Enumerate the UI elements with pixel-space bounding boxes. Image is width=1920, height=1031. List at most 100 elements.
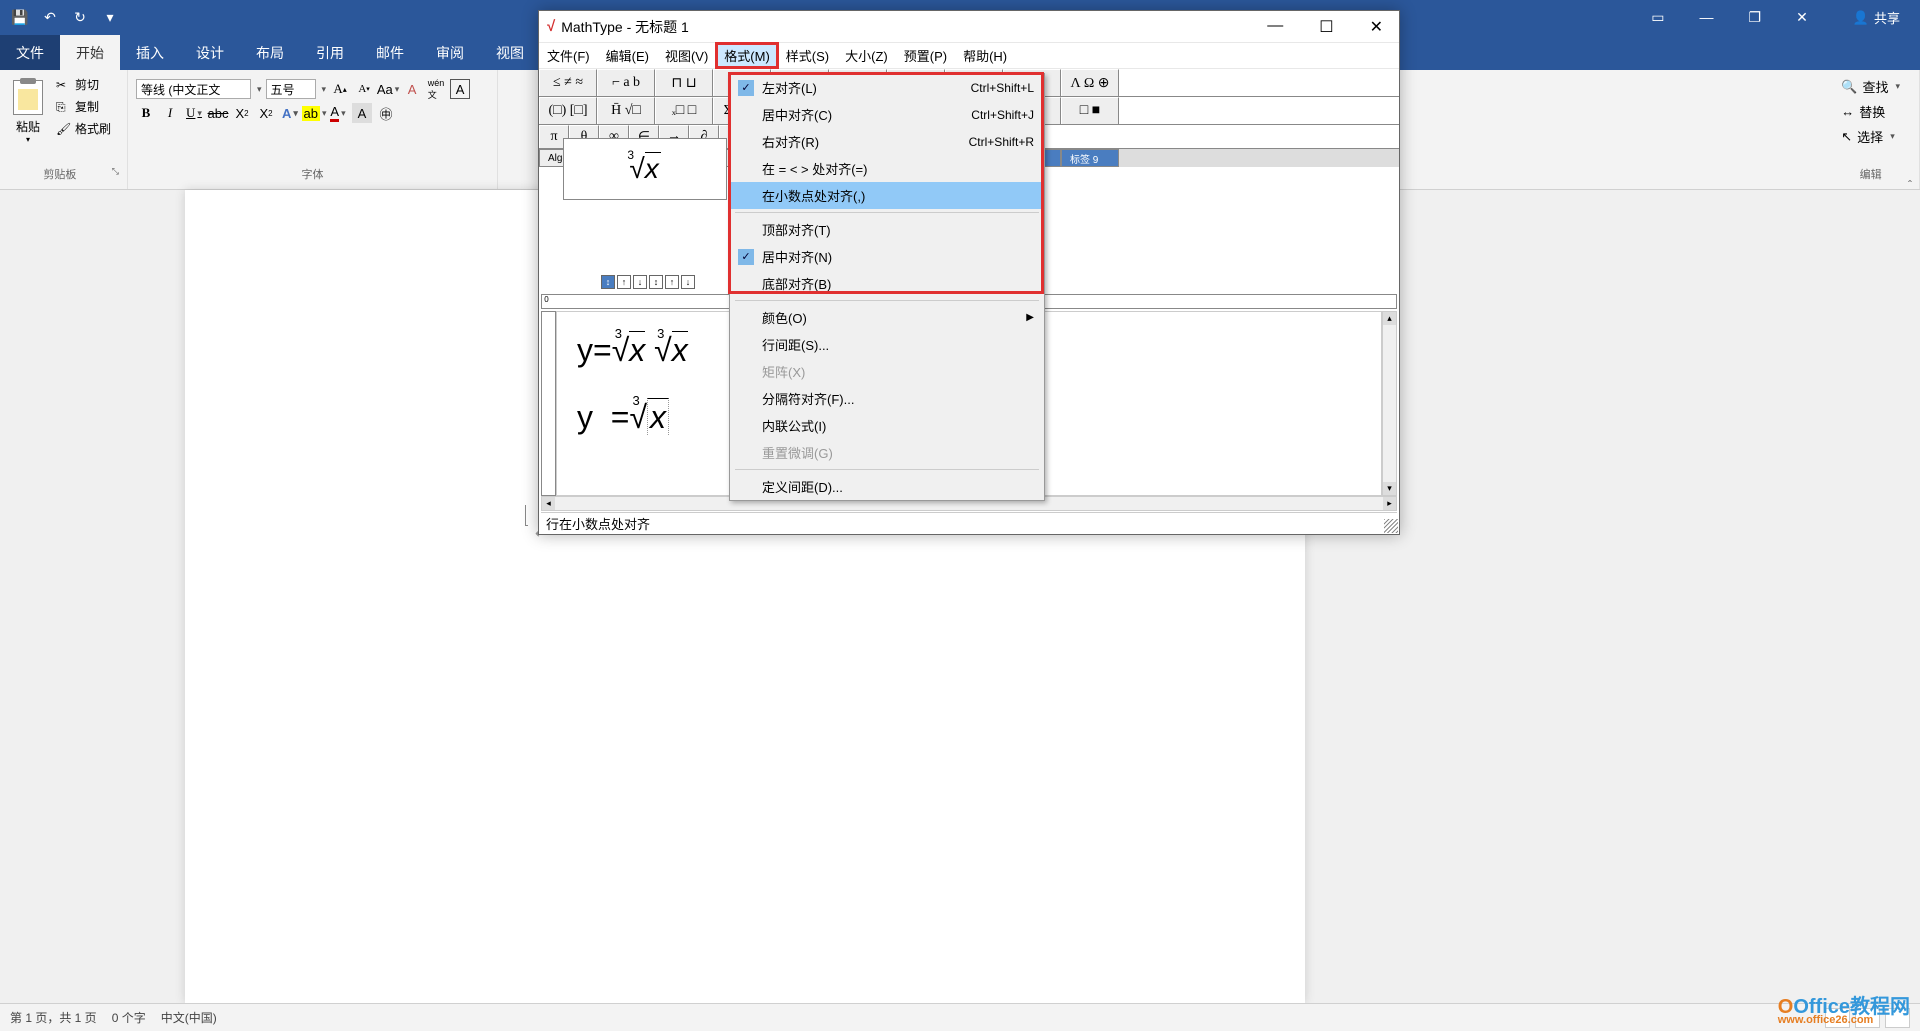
grow-font-button[interactable]: A▴ bbox=[330, 79, 350, 99]
subscript-button[interactable]: X2 bbox=[232, 103, 252, 123]
mt-close-icon[interactable]: ✕ bbox=[1362, 17, 1391, 37]
superscript-button[interactable]: X2 bbox=[256, 103, 276, 123]
menu-item[interactable]: 底部对齐(B) bbox=[730, 270, 1044, 297]
minimize-icon[interactable]: — bbox=[1690, 4, 1724, 31]
undo-icon[interactable]: ↶ bbox=[35, 3, 65, 33]
watermark: OOffice教程网 www.office26.com bbox=[1778, 990, 1910, 1026]
palette-button[interactable]: ≤ ≠ ≈ bbox=[539, 69, 597, 96]
save-icon[interactable]: 💾 bbox=[5, 3, 35, 33]
palette-tab[interactable]: 标签 9 bbox=[1061, 149, 1119, 167]
clear-format-button[interactable]: A bbox=[402, 79, 422, 99]
close-icon[interactable]: ✕ bbox=[1786, 4, 1818, 31]
mt-menu-format[interactable]: 格式(M) bbox=[716, 43, 778, 68]
tab-file[interactable]: 文件 bbox=[0, 35, 60, 70]
font-color-button[interactable]: A▾ bbox=[328, 103, 348, 123]
underline-button[interactable]: U▾ bbox=[184, 103, 204, 123]
scroll-down-icon[interactable]: ▾ bbox=[1383, 482, 1396, 495]
mt-menu-edit[interactable]: 编辑(E) bbox=[598, 43, 657, 68]
mt-maximize-icon[interactable]: ☐ bbox=[1311, 17, 1341, 37]
align-btn-5[interactable]: ↑ bbox=[665, 275, 679, 289]
menu-item[interactable]: ✓居中对齐(N) bbox=[730, 243, 1044, 270]
highlight-button[interactable]: ab▾ bbox=[304, 103, 324, 123]
menu-item[interactable]: 颜色(O)▶ bbox=[730, 304, 1044, 331]
menu-item[interactable]: 行间距(S)... bbox=[730, 331, 1044, 358]
mt-menu-file[interactable]: 文件(F) bbox=[539, 43, 598, 68]
tab-layout[interactable]: 布局 bbox=[240, 35, 300, 70]
phonetic-button[interactable]: wén文 bbox=[426, 79, 446, 99]
palette-button[interactable]: ₓ□ □ bbox=[655, 97, 713, 124]
menu-item[interactable]: 内联公式(I) bbox=[730, 412, 1044, 439]
scroll-up-icon[interactable]: ▴ bbox=[1383, 312, 1396, 325]
italic-button[interactable]: I bbox=[160, 103, 180, 123]
align-btn-6[interactable]: ↓ bbox=[681, 275, 695, 289]
mt-scrollbar-vertical[interactable]: ▴ ▾ bbox=[1382, 311, 1397, 496]
menu-item[interactable]: 在 = < > 处对齐(=) bbox=[730, 155, 1044, 182]
scissors-icon: ✂ bbox=[56, 78, 70, 92]
page-indicator[interactable]: 第 1 页，共 1 页 bbox=[10, 1009, 97, 1026]
font-name-select[interactable] bbox=[136, 79, 251, 99]
align-btn-2[interactable]: ↑ bbox=[617, 275, 631, 289]
palette-button[interactable]: ⌐ a b bbox=[597, 69, 655, 96]
ribbon-options-icon[interactable]: ▭ bbox=[1641, 4, 1674, 31]
menu-item[interactable]: ✓左对齐(L)Ctrl+Shift+L bbox=[730, 74, 1044, 101]
word-statusbar: 第 1 页，共 1 页 0 个字 中文(中国) bbox=[0, 1003, 1920, 1031]
font-size-select[interactable] bbox=[266, 79, 316, 99]
palette-button[interactable]: ⊓ ⊔ bbox=[655, 69, 713, 96]
scroll-right-icon[interactable]: ▸ bbox=[1383, 497, 1396, 510]
mt-menu-help[interactable]: 帮助(H) bbox=[955, 43, 1015, 68]
share-button[interactable]: 👤 共享 bbox=[1853, 4, 1900, 31]
tab-design[interactable]: 设计 bbox=[180, 35, 240, 70]
menu-item[interactable]: 定义间距(D)... bbox=[730, 473, 1044, 500]
bold-button[interactable]: B bbox=[136, 103, 156, 123]
format-painter-button[interactable]: 🖌格式刷 bbox=[53, 119, 114, 138]
align-btn-3[interactable]: ↓ bbox=[633, 275, 647, 289]
tab-home[interactable]: 开始 bbox=[60, 35, 120, 70]
palette-button[interactable]: Λ Ω ⊕ bbox=[1061, 69, 1119, 96]
menu-item[interactable]: 右对齐(R)Ctrl+Shift+R bbox=[730, 128, 1044, 155]
menu-item[interactable]: 分隔符对齐(F)... bbox=[730, 385, 1044, 412]
restore-icon[interactable]: ❐ bbox=[1739, 4, 1772, 31]
strike-button[interactable]: abc bbox=[208, 103, 228, 123]
tab-insert[interactable]: 插入 bbox=[120, 35, 180, 70]
char-shading-button[interactable]: A bbox=[352, 103, 372, 123]
redo-icon[interactable]: ↻ bbox=[65, 3, 95, 33]
menu-item[interactable]: 顶部对齐(T) bbox=[730, 216, 1044, 243]
palette-button[interactable]: (□) [□] bbox=[539, 97, 597, 124]
paste-button[interactable]: 粘贴 ▾ bbox=[8, 75, 48, 166]
tab-mailings[interactable]: 邮件 bbox=[360, 35, 420, 70]
mt-menu-preferences[interactable]: 预置(P) bbox=[896, 43, 955, 68]
shrink-font-button[interactable]: A▾ bbox=[354, 79, 374, 99]
replace-button[interactable]: ↔替换 bbox=[1837, 100, 1904, 123]
resize-grip-icon[interactable] bbox=[1384, 519, 1398, 533]
char-border-button[interactable]: A bbox=[450, 79, 470, 99]
mt-menu-view[interactable]: 视图(V) bbox=[657, 43, 716, 68]
tab-references[interactable]: 引用 bbox=[300, 35, 360, 70]
copy-button[interactable]: ⎘复制 bbox=[53, 97, 114, 116]
change-case-button[interactable]: Aa▾ bbox=[378, 79, 398, 99]
align-toolbar: ↕ ↑ ↓ ↕ ↑ ↓ bbox=[601, 275, 695, 289]
tab-review[interactable]: 审阅 bbox=[420, 35, 480, 70]
mathtype-titlebar[interactable]: √ MathType - 无标题 1 — ☐ ✕ bbox=[539, 11, 1399, 43]
cut-button[interactable]: ✂剪切 bbox=[53, 75, 114, 94]
qat-dropdown-icon[interactable]: ▾ bbox=[95, 3, 125, 33]
select-button[interactable]: ↖选择 ▾ bbox=[1837, 125, 1904, 148]
palette-button[interactable]: H̄ √□ bbox=[597, 97, 655, 124]
align-btn-4[interactable]: ↕ bbox=[649, 275, 663, 289]
scroll-left-icon[interactable]: ◂ bbox=[542, 497, 555, 510]
text-effects-button[interactable]: A▾ bbox=[280, 103, 300, 123]
mt-menu-size[interactable]: 大小(Z) bbox=[837, 43, 896, 68]
language-indicator[interactable]: 中文(中国) bbox=[161, 1009, 217, 1026]
window-controls: ▭ — ❐ ✕ 👤 共享 bbox=[1641, 4, 1915, 31]
menu-item[interactable]: 居中对齐(C)Ctrl+Shift+J bbox=[730, 101, 1044, 128]
mt-minimize-icon[interactable]: — bbox=[1259, 17, 1291, 37]
find-button[interactable]: 🔍查找 ▾ bbox=[1837, 75, 1904, 98]
palette-button[interactable]: □ ■ bbox=[1061, 97, 1119, 124]
word-count[interactable]: 0 个字 bbox=[112, 1009, 146, 1026]
mt-menu-style[interactable]: 样式(S) bbox=[778, 43, 837, 68]
align-btn-1[interactable]: ↕ bbox=[601, 275, 615, 289]
ruler-vertical[interactable] bbox=[541, 311, 556, 496]
editing-label: 编辑 bbox=[1837, 166, 1904, 184]
menu-item[interactable]: 在小数点处对齐(,) bbox=[730, 182, 1044, 209]
tab-view[interactable]: 视图 bbox=[480, 35, 540, 70]
enclose-char-button[interactable]: ㊥ bbox=[376, 103, 396, 123]
